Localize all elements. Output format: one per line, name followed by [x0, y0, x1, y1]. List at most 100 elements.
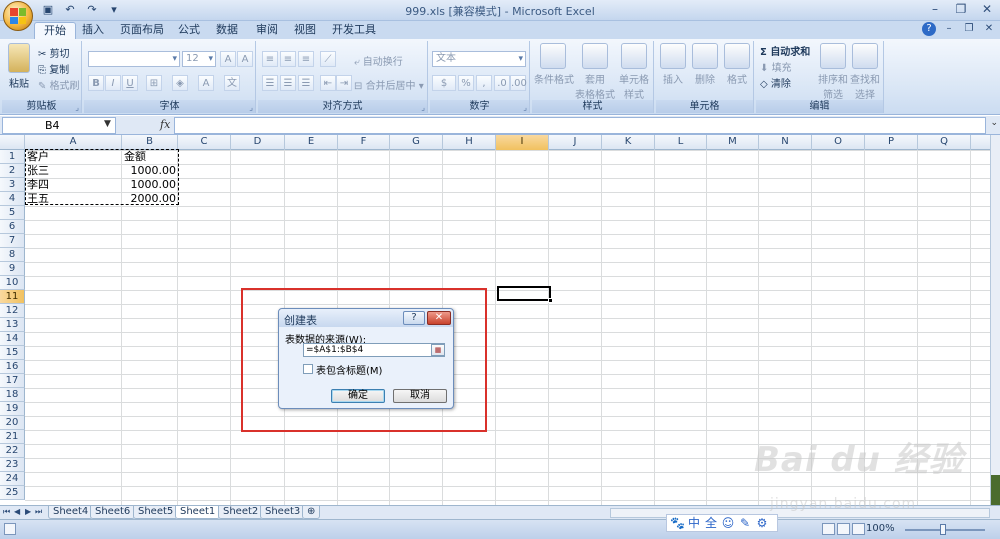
align-left-icon[interactable]: ☰: [262, 75, 278, 91]
increase-indent-icon[interactable]: ⇥: [336, 75, 352, 91]
paste-button[interactable]: 粘贴: [6, 43, 32, 90]
cell-a1[interactable]: 客户: [27, 150, 120, 164]
bold-button[interactable]: B: [88, 75, 104, 91]
decrease-indent-icon[interactable]: ⇤: [320, 75, 336, 91]
shrink-font-icon[interactable]: A: [237, 51, 253, 67]
cell-a3[interactable]: 李四: [27, 178, 120, 192]
active-cell[interactable]: [497, 286, 551, 301]
delete-cells-button[interactable]: 删除: [690, 43, 720, 86]
fill-button[interactable]: ⬇ 填充: [760, 59, 792, 74]
percent-button[interactable]: %: [458, 75, 474, 91]
row-header-17[interactable]: 17: [0, 374, 25, 388]
row-header-16[interactable]: 16: [0, 360, 25, 374]
formula-input[interactable]: [174, 117, 986, 134]
column-header-m[interactable]: M: [707, 135, 759, 150]
phonetic-icon[interactable]: 文: [224, 75, 240, 91]
column-header-o[interactable]: O: [812, 135, 865, 150]
dialog-close-button[interactable]: ✕: [427, 311, 451, 325]
ime-pen-icon[interactable]: ✎: [738, 515, 752, 531]
insert-sheet-icon[interactable]: ⊕: [302, 506, 321, 519]
column-header-l[interactable]: L: [655, 135, 707, 150]
column-header-a[interactable]: A: [25, 135, 122, 150]
prev-sheet-icon[interactable]: ◀: [14, 507, 20, 516]
row-header-12[interactable]: 12: [0, 304, 25, 318]
cell-b4[interactable]: 2000.00: [124, 192, 177, 206]
clipboard-launcher-icon[interactable]: ⌟: [75, 103, 79, 112]
increase-decimal-icon[interactable]: .0: [494, 75, 510, 91]
align-center-icon[interactable]: ☰: [280, 75, 296, 91]
underline-button[interactable]: U: [122, 75, 138, 91]
select-all-corner[interactable]: [0, 135, 25, 150]
row-header-19[interactable]: 19: [0, 402, 25, 416]
merge-center-button[interactable]: ⊟ 合并后居中 ▾: [354, 77, 424, 92]
format-cells-button[interactable]: 格式: [722, 43, 752, 86]
sheet-tab-sheet1[interactable]: Sheet1: [175, 506, 221, 519]
fill-handle[interactable]: [548, 298, 553, 303]
row-header-22[interactable]: 22: [0, 444, 25, 458]
find-select-button[interactable]: 查找和 选择: [850, 43, 880, 101]
wrap-text-button[interactable]: ⤶ 自动换行: [354, 53, 403, 68]
row-header-1[interactable]: 1: [0, 150, 25, 164]
help-icon[interactable]: ?: [922, 22, 936, 36]
row-header-21[interactable]: 21: [0, 430, 25, 444]
column-header-c[interactable]: C: [178, 135, 231, 150]
name-box[interactable]: B4: [2, 117, 116, 134]
cell-b2[interactable]: 1000.00: [124, 164, 177, 178]
ribbon-restore-icon[interactable]: ❐: [962, 22, 976, 36]
currency-icon[interactable]: $: [432, 75, 456, 91]
grow-font-icon[interactable]: A: [220, 51, 236, 67]
page-layout-view-icon[interactable]: [837, 523, 850, 535]
tab-view[interactable]: 视图: [294, 22, 316, 39]
row-header-14[interactable]: 14: [0, 332, 25, 346]
ime-emoji-icon[interactable]: ☺: [721, 515, 735, 531]
cell-styles-button[interactable]: 单元格 样式: [616, 43, 652, 101]
restore-icon[interactable]: ❐: [950, 1, 972, 18]
row-header-23[interactable]: 23: [0, 458, 25, 472]
copy-button[interactable]: ⎘ 复制: [38, 61, 69, 76]
comma-button[interactable]: ,: [476, 75, 492, 91]
font-launcher-icon[interactable]: ⌟: [249, 103, 253, 112]
cut-button[interactable]: ✂ 剪切: [38, 45, 70, 60]
italic-button[interactable]: I: [105, 75, 121, 91]
row-header-18[interactable]: 18: [0, 388, 25, 402]
column-header-e[interactable]: E: [285, 135, 338, 150]
row-header-5[interactable]: 5: [0, 206, 25, 220]
cell-a4[interactable]: 王五: [27, 192, 120, 206]
alignment-launcher-icon[interactable]: ⌟: [421, 103, 425, 112]
font-color-icon[interactable]: A: [198, 75, 214, 91]
sheet-tab-sheet2[interactable]: Sheet2: [218, 506, 264, 519]
column-header-k[interactable]: K: [602, 135, 655, 150]
row-header-3[interactable]: 3: [0, 178, 25, 192]
cells-area[interactable]: 客户 金额 张三 1000.00 李四 1000.00 王五 2000.00: [25, 150, 990, 505]
insert-function-icon[interactable]: fx: [160, 118, 170, 131]
autosum-button[interactable]: Σ 自动求和: [760, 43, 810, 58]
close-icon[interactable]: ✕: [976, 1, 998, 18]
row-header-2[interactable]: 2: [0, 164, 25, 178]
macro-record-icon[interactable]: [4, 523, 16, 535]
row-header-24[interactable]: 24: [0, 472, 25, 486]
row-header-7[interactable]: 7: [0, 234, 25, 248]
first-sheet-icon[interactable]: ⏮: [3, 507, 10, 517]
dialog-title-bar[interactable]: 创建表 ? ✕: [279, 309, 453, 327]
ime-chinese-mode[interactable]: 中: [687, 515, 701, 531]
row-header-20[interactable]: 20: [0, 416, 25, 430]
ime-fullwidth[interactable]: 全: [704, 515, 718, 531]
row-header-15[interactable]: 15: [0, 346, 25, 360]
row-header-9[interactable]: 9: [0, 262, 25, 276]
name-box-dropdown-icon[interactable]: ▼: [104, 119, 111, 129]
align-middle-icon[interactable]: ≡: [280, 51, 296, 67]
column-header-j[interactable]: J: [549, 135, 602, 150]
ribbon-minimize-icon[interactable]: –: [942, 22, 956, 36]
dialog-help-button[interactable]: ?: [403, 311, 425, 325]
collapse-dialog-icon[interactable]: ▦: [431, 344, 445, 356]
has-headers-checkbox[interactable]: [303, 364, 313, 374]
source-range-input[interactable]: =$A$1:$B$4: [303, 343, 445, 357]
insert-cells-button[interactable]: 插入: [658, 43, 688, 86]
tab-data[interactable]: 数据: [216, 22, 238, 39]
tab-developer[interactable]: 开发工具: [332, 22, 376, 39]
row-header-8[interactable]: 8: [0, 248, 25, 262]
office-button[interactable]: [3, 1, 33, 31]
ime-settings-icon[interactable]: ⚙: [755, 515, 769, 531]
borders-icon[interactable]: ⊞: [146, 75, 162, 91]
row-header-13[interactable]: 13: [0, 318, 25, 332]
